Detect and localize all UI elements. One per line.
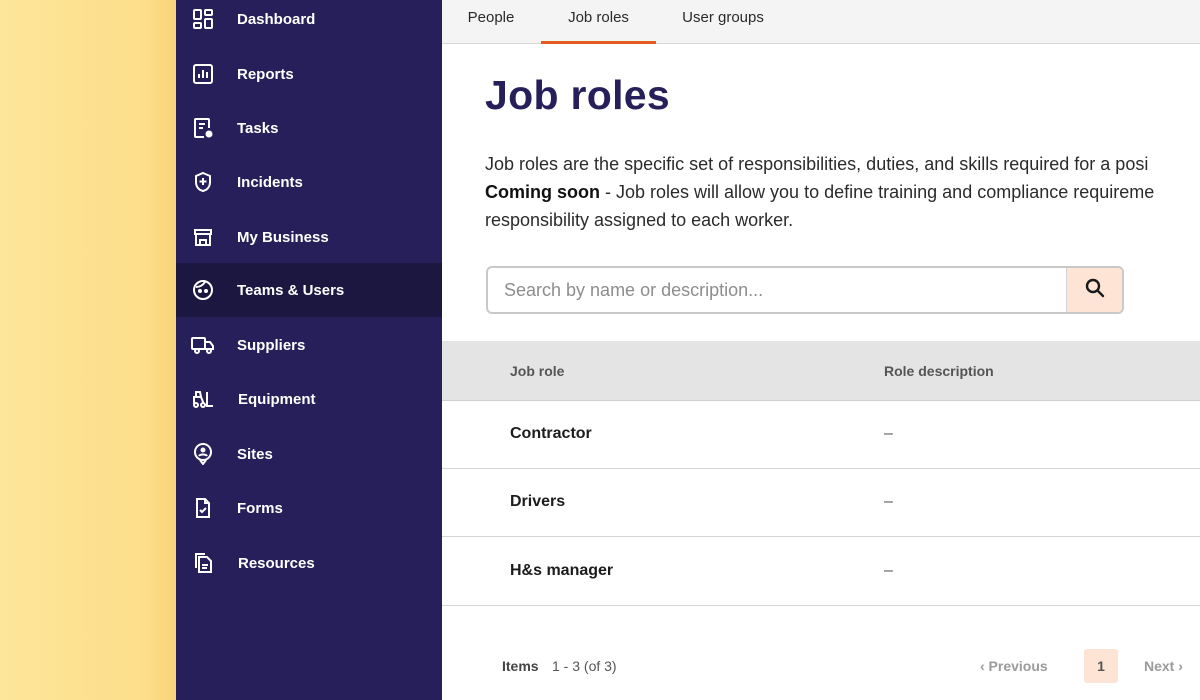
job-role-name: H&s manager xyxy=(510,562,614,579)
table-row[interactable]: Contractor – xyxy=(442,401,1200,469)
sidebar-item-resources[interactable]: Resources xyxy=(176,536,442,590)
sidebar-item-tasks[interactable]: Tasks xyxy=(176,101,442,155)
sidebar-item-reports[interactable]: Reports xyxy=(176,47,442,101)
sidebar-item-label: My Business xyxy=(237,228,329,246)
sidebar-item-label: Resources xyxy=(238,554,315,572)
main-content: People Job roles User groups Job roles J… xyxy=(442,0,1200,700)
sidebar-item-suppliers[interactable]: Suppliers xyxy=(176,318,442,372)
items-label: Items xyxy=(502,658,539,674)
description-line-1: Job roles are the specific set of respon… xyxy=(485,154,1149,174)
sidebar-item-label: Reports xyxy=(237,65,294,83)
sidebar-item-label: Dashboard xyxy=(237,10,316,28)
tab-people[interactable]: People xyxy=(459,0,523,44)
sidebar: Dashboard Reports Tasks Incidents My Bus… xyxy=(176,0,442,700)
forklift-icon xyxy=(190,386,216,412)
table-header: Job role Role description xyxy=(442,341,1200,401)
sidebar-item-my-business[interactable]: My Business xyxy=(176,210,442,264)
sidebar-item-label: Equipment xyxy=(238,390,316,408)
search-box xyxy=(486,266,1124,314)
tab-bar: People Job roles User groups xyxy=(442,0,1200,44)
role-description: – xyxy=(884,425,893,442)
tab-job-roles[interactable]: Job roles xyxy=(541,0,656,44)
dashboard-icon xyxy=(190,6,216,32)
sidebar-item-label: Tasks xyxy=(237,119,279,137)
role-description: – xyxy=(884,493,893,510)
tab-user-groups[interactable]: User groups xyxy=(674,0,772,44)
sidebar-item-label: Forms xyxy=(237,499,283,517)
sidebar-item-forms[interactable]: Forms xyxy=(176,481,442,535)
sidebar-item-incidents[interactable]: Incidents xyxy=(176,155,442,209)
truck-icon xyxy=(190,332,216,358)
search-icon xyxy=(1084,277,1106,304)
items-range: 1 - 3 (of 3) xyxy=(552,658,617,674)
next-page-button[interactable]: Next › xyxy=(1144,658,1183,674)
sidebar-item-dashboard[interactable]: Dashboard xyxy=(176,0,442,46)
sidebar-item-label: Sites xyxy=(237,445,273,463)
column-header-job-role: Job role xyxy=(510,363,565,379)
store-icon xyxy=(190,224,216,250)
table-row[interactable]: Drivers – xyxy=(442,469,1200,537)
description-line-2-text: - Job roles will allow you to define tra… xyxy=(600,182,1155,202)
job-role-name: Contractor xyxy=(510,425,592,442)
form-check-icon xyxy=(190,495,216,521)
sidebar-item-label: Incidents xyxy=(237,173,303,191)
table-row[interactable]: H&s manager – xyxy=(442,538,1200,606)
search-button[interactable] xyxy=(1066,268,1122,312)
sidebar-item-sites[interactable]: Sites xyxy=(176,427,442,481)
role-description: – xyxy=(884,562,893,579)
previous-page-button[interactable]: ‹ Previous xyxy=(980,658,1048,674)
tasks-icon xyxy=(190,115,216,141)
sidebar-item-label: Suppliers xyxy=(237,336,306,354)
current-page-button[interactable]: 1 xyxy=(1084,649,1118,683)
documents-icon xyxy=(190,550,216,576)
incidents-shield-icon xyxy=(190,169,216,195)
column-header-role-description: Role description xyxy=(884,363,994,379)
backdrop xyxy=(0,0,176,700)
job-role-name: Drivers xyxy=(510,493,566,510)
page-description: Job roles are the specific set of respon… xyxy=(485,150,1200,234)
sidebar-item-teams-users[interactable]: Teams & Users xyxy=(176,263,442,317)
page-title: Job roles xyxy=(485,72,670,118)
sidebar-item-equipment[interactable]: Equipment xyxy=(176,372,442,426)
face-icon xyxy=(190,277,216,303)
description-line-2: Coming soon - Job roles will allow you t… xyxy=(485,178,1200,206)
coming-soon-label: Coming soon xyxy=(485,182,600,202)
search-input[interactable] xyxy=(488,268,1068,312)
sidebar-item-label: Teams & Users xyxy=(237,281,345,299)
pagination: Items 1 - 3 (of 3) ‹ Previous 1 Next › xyxy=(442,648,1200,688)
reports-icon xyxy=(190,61,216,87)
description-line-3: responsibility assigned to each worker. xyxy=(485,210,794,230)
location-pin-icon xyxy=(190,441,216,467)
